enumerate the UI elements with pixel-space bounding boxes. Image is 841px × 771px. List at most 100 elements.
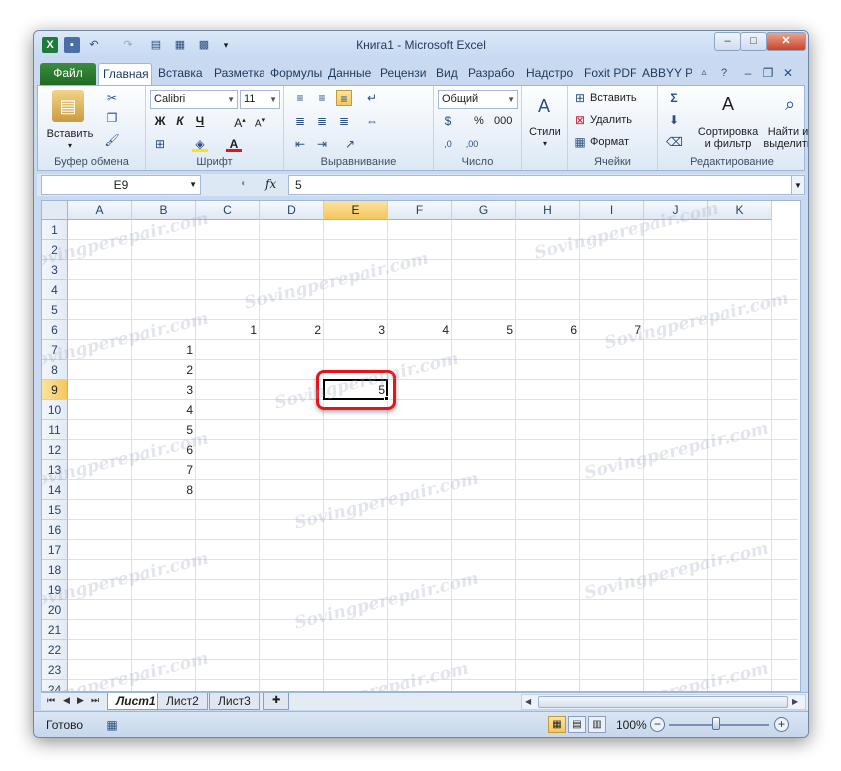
- row-header-13[interactable]: 13: [42, 460, 68, 480]
- paste-icon[interactable]: ▤: [52, 90, 84, 122]
- paste-button[interactable]: Вставить: [42, 128, 98, 140]
- format-painter-icon[interactable]: 🖌: [104, 132, 120, 148]
- tab-foxit-pdf[interactable]: Foxit PDF: [580, 63, 636, 85]
- number-format-combo[interactable]: Общий ▼: [438, 90, 518, 109]
- cell-b10[interactable]: 4: [132, 400, 196, 420]
- row-header-18[interactable]: 18: [42, 560, 68, 580]
- normal-view-button[interactable]: ▦: [548, 716, 566, 733]
- sheet-tab-1[interactable]: Лист1: [107, 693, 165, 710]
- column-header-g[interactable]: G: [452, 201, 516, 220]
- tab-insert[interactable]: Вставка: [154, 63, 210, 85]
- last-sheet-icon[interactable]: ⏭: [91, 695, 99, 706]
- row-header-17[interactable]: 17: [42, 540, 68, 560]
- collapse-ribbon-icon[interactable]: ▵: [696, 65, 712, 81]
- align-center-icon[interactable]: ≣: [314, 113, 330, 129]
- cell-e6[interactable]: 3: [324, 320, 388, 340]
- font-size-combo[interactable]: 11 ▼: [240, 90, 280, 109]
- zoom-level[interactable]: 100%: [616, 718, 647, 732]
- row-header-14[interactable]: 14: [42, 480, 68, 500]
- row-header-10[interactable]: 10: [42, 400, 68, 420]
- row-header-21[interactable]: 21: [42, 620, 68, 640]
- row-header-7[interactable]: 7: [42, 340, 68, 360]
- fill-icon[interactable]: ⬇: [666, 112, 682, 128]
- row-header-23[interactable]: 23: [42, 660, 68, 680]
- row-header-22[interactable]: 22: [42, 640, 68, 660]
- column-header-k[interactable]: K: [708, 201, 772, 220]
- decrease-indent-icon[interactable]: ⇤: [292, 136, 308, 152]
- row-header-1[interactable]: 1: [42, 220, 68, 240]
- tab-home[interactable]: Главная: [98, 63, 152, 85]
- row-header-24[interactable]: 24: [42, 680, 68, 691]
- sort-filter-icon[interactable]: А: [714, 90, 742, 118]
- row-header-12[interactable]: 12: [42, 440, 68, 460]
- clear-icon[interactable]: ⌫: [666, 134, 683, 150]
- row-header-15[interactable]: 15: [42, 500, 68, 520]
- formula-input[interactable]: 5: [288, 175, 792, 195]
- cell-b11[interactable]: 5: [132, 420, 196, 440]
- row-header-16[interactable]: 16: [42, 520, 68, 540]
- insert-sheet-icon[interactable]: ✚: [263, 693, 289, 710]
- row-header-20[interactable]: 20: [42, 600, 68, 620]
- sheet-tab-2[interactable]: Лист2: [157, 693, 208, 710]
- delete-cells-button[interactable]: Удалить: [590, 114, 632, 126]
- tab-file[interactable]: Файл: [40, 63, 96, 85]
- tab-view[interactable]: Вид: [432, 63, 462, 85]
- decrease-decimal-icon[interactable]: ,00: [464, 136, 480, 152]
- zoom-out-button[interactable]: −: [650, 717, 665, 732]
- doc-close-icon[interactable]: ✕: [780, 65, 796, 81]
- styles-icon[interactable]: A: [530, 92, 558, 120]
- sheet-tab-3[interactable]: Лист3: [209, 693, 260, 710]
- column-header-c[interactable]: C: [196, 201, 260, 220]
- scroll-left-icon[interactable]: ◀: [525, 697, 531, 706]
- copy-icon[interactable]: ❐: [104, 110, 120, 126]
- merge-center-icon[interactable]: ⇔: [364, 113, 380, 129]
- tab-data[interactable]: Данные: [324, 63, 376, 85]
- row-header-8[interactable]: 8: [42, 360, 68, 380]
- cell-b13[interactable]: 7: [132, 460, 196, 480]
- tab-review[interactable]: Рецензи: [376, 63, 430, 85]
- row-header-11[interactable]: 11: [42, 420, 68, 440]
- row-header-6[interactable]: 6: [42, 320, 68, 340]
- select-all-corner[interactable]: [42, 201, 68, 220]
- increase-decimal-icon[interactable]: ,0: [440, 136, 456, 152]
- column-header-j[interactable]: J: [644, 201, 708, 220]
- italic-button[interactable]: К: [172, 113, 188, 129]
- align-bottom-icon[interactable]: ≡: [336, 90, 352, 106]
- row-header-9[interactable]: 9: [42, 380, 68, 400]
- cell-b7[interactable]: 1: [132, 340, 196, 360]
- increase-font-icon[interactable]: A▴: [232, 113, 248, 130]
- delete-cells-icon[interactable]: ⊠: [572, 112, 588, 128]
- macro-record-icon[interactable]: ▦: [104, 717, 120, 733]
- close-button[interactable]: ✕: [766, 32, 806, 51]
- format-cells-icon[interactable]: ▦: [572, 134, 588, 150]
- row-header-5[interactable]: 5: [42, 300, 68, 320]
- cell-b12[interactable]: 6: [132, 440, 196, 460]
- currency-icon[interactable]: $: [440, 113, 456, 129]
- insert-cells-button[interactable]: Вставить: [590, 92, 637, 104]
- next-sheet-icon[interactable]: ▶: [77, 695, 84, 706]
- zoom-slider-thumb[interactable]: [712, 717, 720, 730]
- maximize-button[interactable]: □: [740, 32, 767, 51]
- column-header-i[interactable]: I: [580, 201, 644, 220]
- font-name-combo[interactable]: Calibri ▼: [150, 90, 238, 109]
- cell-h6[interactable]: 6: [516, 320, 580, 340]
- worksheet-grid[interactable]: ABCDEFGHIJK 1 2 3 4 5 6 7 8 9 10 11 12 13 14 15 16 17 18 1…: [41, 200, 801, 692]
- fill-color-icon[interactable]: ◈: [192, 136, 208, 152]
- column-header-h[interactable]: H: [516, 201, 580, 220]
- row-header-3[interactable]: 3: [42, 260, 68, 280]
- column-header-e[interactable]: E: [324, 201, 388, 220]
- tab-developer[interactable]: Разрабо: [464, 63, 520, 85]
- find-select-icon[interactable]: ⌕: [776, 90, 804, 118]
- minimize-button[interactable]: –: [714, 32, 741, 51]
- scroll-right-icon[interactable]: ▶: [792, 697, 798, 706]
- cell-d6[interactable]: 2: [260, 320, 324, 340]
- align-left-icon[interactable]: ≣: [292, 113, 308, 129]
- cell-b8[interactable]: 2: [132, 360, 196, 380]
- underline-button[interactable]: Ч: [192, 113, 208, 129]
- column-header-f[interactable]: F: [388, 201, 452, 220]
- row-header-4[interactable]: 4: [42, 280, 68, 300]
- horizontal-scroll-thumb[interactable]: [538, 696, 788, 708]
- align-middle-icon[interactable]: ≡: [314, 90, 330, 106]
- tab-formulas[interactable]: Формулы: [266, 63, 324, 85]
- wrap-text-icon[interactable]: ↵: [364, 90, 380, 106]
